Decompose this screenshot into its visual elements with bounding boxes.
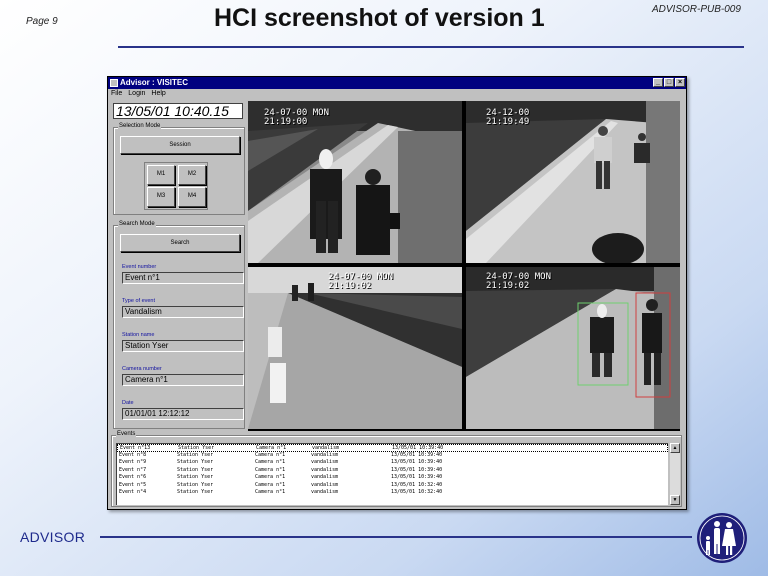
events-label: Events [116,431,137,437]
datetime-cell: 13/05/01 10:39:40 [391,474,443,480]
camera-view-2[interactable]: 24-12-00 21:19:49 [466,101,680,263]
minimize-icon[interactable]: _ [653,78,663,87]
date-field[interactable]: 01/01/01 12:12:12 [122,408,244,420]
camera-cell: Camera n°1 [255,474,286,480]
scroll-up-icon[interactable]: ▲ [670,443,680,453]
slide-title: HCI screenshot of version 1 [214,4,545,32]
camera-cell: Camera n°1 [255,459,286,465]
station-name-label: Station name [122,332,155,338]
camera-cell: Camera n°1 [255,451,286,458]
monitor-m2-button[interactable]: M2 [178,165,206,185]
event-number-field[interactable]: Event n°1 [122,272,244,284]
search-button[interactable]: Search [120,234,240,252]
monitor-m1-button[interactable]: M1 [147,165,175,185]
window-titlebar[interactable]: Advisor : VISITEC _ □ × [108,77,686,89]
advisor-logo-icon [697,513,747,563]
event-row[interactable]: Event n°6 Station Yser Camera n°1 vandal… [117,474,668,482]
event-number-cell: Event n°9 [119,459,147,465]
camera-grid: 24-07-00 MON 21:19:00 24-12-00 21:19:49 [248,101,680,431]
datetime-cell: 13/05/01 10:39:40 [391,451,443,458]
camera-number-label: Camera number [122,366,162,372]
datetime-cell: 13/05/01 10:32:40 [391,481,443,488]
camera-view-4[interactable]: 24-07-00 MON 21:19:02 [466,267,680,429]
camera-view-1[interactable]: 24-07-00 MON 21:19:00 [248,101,462,263]
control-panel: 13/05/01 10:40.15 Selection Mode Session… [111,101,247,431]
clock-display: 13/05/01 10:40.15 [113,103,243,119]
search-mode-label: Search Mode [118,221,156,227]
bottom-divider [100,536,692,538]
event-number-cell: Event n°13 [120,445,151,451]
advisor-app-window: Advisor : VISITEC _ □ × File Login Help … [107,76,687,510]
session-button[interactable]: Session [120,136,240,154]
event-type-cell: vandalism [312,445,340,451]
camera-number-field[interactable]: Camera n°1 [122,374,244,386]
event-row[interactable]: Event n°5 Station Yser Camera n°1 vandal… [117,482,668,490]
station-cell: Station Yser [177,451,214,458]
close-icon[interactable]: × [675,78,685,87]
station-cell: Station Yser [178,445,215,451]
station-cell: Station Yser [177,459,214,465]
camera-cell: Camera n°1 [255,481,286,488]
event-type-field[interactable]: Vandalism [122,306,244,318]
camera-cell: Camera n°1 [255,466,286,473]
event-number-label: Event number [122,264,157,270]
event-number-cell: Event n°7 [119,466,147,473]
camera-cell: Camera n°1 [256,445,287,451]
maximize-icon[interactable]: □ [664,78,674,87]
event-type-cell: vandalism [311,459,339,465]
menu-file[interactable]: File [111,89,122,99]
camera-3-timestamp: 24-07-00 MON 21:19:02 [328,272,394,291]
event-number-cell: Event n°4 [119,489,147,495]
station-cell: Station Yser [177,489,214,495]
datetime-cell: 13/05/01 10:32:40 [391,489,443,495]
camera-cell: Camera n°1 [255,489,286,495]
selection-mode-label: Selection Mode [118,123,162,129]
document-id: ADVISOR-PUB-009 [652,4,741,15]
search-mode-group: Search Mode Search Event number Event n°… [113,221,245,429]
menu-login[interactable]: Login [128,89,145,99]
event-row[interactable]: Event n°13 Station Yser Camera n°1 vanda… [117,444,668,452]
camera-4-timestamp: 24-07-00 MON 21:19:02 [486,272,552,291]
event-number-cell: Event n°5 [119,481,147,488]
event-row[interactable]: Event n°8 Station Yser Camera n°1 vandal… [117,452,668,460]
event-type-label: Type of event [122,298,156,304]
monitor-grid: M1 M2 M3 M4 [144,162,208,210]
events-scrollbar[interactable]: ▲ ▼ [670,443,680,505]
datetime-cell: 13/05/01 10:39:40 [392,445,444,451]
datetime-cell: 13/05/01 10:39:40 [391,459,443,465]
station-cell: Station Yser [177,481,214,488]
station-name-field[interactable]: Station Yser [122,340,244,352]
event-row[interactable]: Event n°7 Station Yser Camera n°1 vandal… [117,467,668,475]
monitor-m3-button[interactable]: M3 [147,187,175,207]
top-divider [118,46,744,48]
monitor-m4-button[interactable]: M4 [178,187,206,207]
menu-help[interactable]: Help [151,89,165,99]
event-row[interactable]: Event n°9 Station Yser Camera n°1 vandal… [117,459,668,467]
event-type-cell: vandalism [311,474,339,480]
event-type-cell: vandalism [311,466,339,473]
event-type-cell: vandalism [311,451,339,458]
events-list[interactable]: Event n°13 Station Yser Camera n°1 vanda… [116,443,668,505]
event-row[interactable]: Event n°4 Station Yser Camera n°1 vandal… [117,489,668,497]
event-type-cell: vandalism [311,489,339,495]
camera-2-timestamp: 24-12-00 21:19:49 [486,108,530,127]
camera-1-timestamp: 24-07-00 MON 21:19:00 [264,108,330,127]
app-icon [110,79,118,87]
selection-mode-group: Selection Mode Session M1 M2 M3 M4 [113,123,245,215]
event-type-cell: vandalism [311,481,339,488]
page-label: Page 9 [26,16,58,27]
date-label: Date [122,400,134,406]
datetime-cell: 13/05/01 10:39:40 [391,466,443,473]
events-group: Events Event n°13 Station Yser Camera n°… [111,431,682,507]
event-number-cell: Event n°6 [119,474,147,480]
camera-view-3[interactable]: 24-07-00 MON 21:19:02 [248,267,462,429]
footer-brand: ADVISOR [20,529,86,545]
station-cell: Station Yser [177,474,214,480]
station-cell: Station Yser [177,466,214,473]
scroll-down-icon[interactable]: ▼ [670,495,680,505]
menu-bar: File Login Help [108,89,686,99]
window-title: Advisor : VISITEC [120,78,189,87]
event-number-cell: Event n°8 [119,451,147,458]
